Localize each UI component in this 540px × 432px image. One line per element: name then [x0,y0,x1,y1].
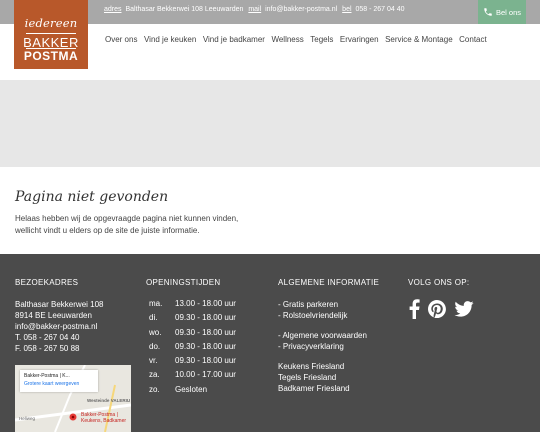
site-header: adres Balthasar Bekkerwei 108 Leeuwarden… [0,0,540,80]
hours-time: Gesloten [175,384,208,394]
larger-map-link[interactable]: Grotere kaart weergeven [24,381,94,387]
hours-time: 09.30 - 18.00 uur [175,313,236,323]
phone-link[interactable]: 058 - 267 04 40 [355,6,404,13]
map-pin-label-line: Keukens, Badkamer [81,418,127,424]
logo-line-1: iedereen [24,16,78,30]
footer-fax: F. 058 - 267 50 88 [15,344,80,353]
main-nav: Over ons Vind je keuken Vind je badkamer… [105,35,493,44]
logo-divider-top [26,33,76,34]
info-title: ALGEMENE INFORMATIE [278,278,380,287]
twitter-icon[interactable] [454,301,474,317]
terms-link[interactable]: - Algemene voorwaarden [278,330,367,341]
hours-day: zo. [149,384,160,394]
address-block: Balthasar Bekkerwei 108 8914 BE Leeuward… [15,299,104,354]
nav-item-ervaringen[interactable]: Ervaringen [340,35,379,44]
hours-time: 09.30 - 18.00 uur [175,356,236,366]
hours-row: zo. Gesloten [149,385,236,399]
hours-day: za. [149,370,160,380]
mail-link[interactable]: info@bakker-postma.nl [265,6,337,13]
nav-item-tegels[interactable]: Tegels [310,35,333,44]
map-info-card: Bakker-Postma | K... Grotere kaart weerg… [20,370,98,392]
nav-item-vind-je-keuken[interactable]: Vind je keuken [144,35,196,44]
hours-day: ma. [149,299,163,308]
not-found-message: Helaas hebben wij de opgevraagde pagina … [15,214,239,235]
page-banner [0,80,540,167]
call-button-label: Bel ons [495,7,522,17]
page-title: Pagina niet gevonden [15,189,169,205]
hours-row: ma. 13.00 - 18.00 uur [149,299,236,313]
hours-day: do. [149,341,161,351]
nav-item-service-montage[interactable]: Service & Montage [385,35,453,44]
facebook-icon[interactable] [408,299,420,319]
site-footer: BEZOEKADRES Balthasar Bekkerwei 108 8914… [0,254,540,432]
hours-row: vr. 09.30 - 18.00 uur [149,356,236,370]
map-place-name: Bakker-Postma | K... [24,373,70,379]
adres-label: adres [104,6,122,13]
map-street-label: Westeinde VALERIU [87,398,130,403]
privacy-link[interactable]: - Privacyverklaring [278,341,367,352]
opening-hours-list: ma. 13.00 - 18.00 uur di. 09.30 - 18.00 uu… [149,299,236,399]
hours-title: OPENINGSTIJDEN [146,278,221,287]
hours-day: vr. [149,356,158,366]
social-links [408,299,474,319]
hours-row: di. 09.30 - 18.00 uur [149,313,236,327]
mail-label: mail [248,6,262,13]
nav-item-wellness[interactable]: Wellness [271,35,303,44]
hours-time: 13.00 - 18.00 uur [175,299,236,308]
adres-value: Balthasar Bekkerwei 108 Leeuwarden [125,6,244,13]
hours-row: wo. 09.30 - 18.00 uur [149,328,236,342]
address-title: BEZOEKADRES [15,278,79,287]
hours-row: do. 09.30 - 18.00 uur [149,342,236,356]
hours-time: 09.30 - 18.00 uur [175,327,236,337]
nav-item-contact[interactable]: Contact [459,35,487,44]
info-item-parking: - Gratis parkeren [278,300,339,309]
map-pin-label: Bakker-Postma | Keukens, Badkamer [81,412,126,424]
logo-line-3: POSTMA [23,49,79,63]
badkamer-friesland-link[interactable]: Badkamer Friesland [278,383,367,394]
contact-info: adres Balthasar Bekkerwei 108 Leeuwarden… [104,6,408,13]
map-street-heliweg: Heliweg [19,416,36,421]
map-street-westeinde: Westeinde [87,398,110,403]
pinterest-icon[interactable] [428,300,446,318]
hours-time: 10.00 - 17.00 uur [175,370,236,380]
hours-time: 09.30 - 18.00 uur [175,341,236,351]
nav-item-vind-je-badkamer[interactable]: Vind je badkamer [203,35,265,44]
footer-phone[interactable]: T. 058 - 267 04 40 [15,332,104,343]
bel-label: bel [342,6,352,13]
keukens-friesland-link[interactable]: Keukens Friesland [278,361,367,372]
social-title: VOLG ONS OP: [408,278,470,287]
info-links: - Gratis parkeren - Rolstoelvriendelijk … [278,299,367,394]
logo[interactable]: iedereen BAKKER POSTMA [14,0,88,69]
tegels-friesland-link[interactable]: Tegels Friesland [278,372,367,383]
info-item-wheelchair: - Rolstoelvriendelijk [278,311,348,320]
nav-item-over-ons[interactable]: Over ons [105,35,137,44]
footer-email-link[interactable]: info@bakker-postma.nl [15,321,104,332]
hours-row: za. 10.00 - 17.00 uur [149,370,236,384]
hours-day: di. [149,313,158,323]
phone-icon [484,8,492,16]
address-line: 8914 BE Leeuwarden [15,311,92,320]
map-area-label: VALERIU [110,398,131,403]
call-button[interactable]: Bel ons [478,0,526,24]
address-line: Balthasar Bekkerwei 108 [15,300,104,309]
hours-day: wo. [149,327,162,337]
location-map[interactable]: Bakker-Postma | K... Grotere kaart weerg… [15,365,131,432]
